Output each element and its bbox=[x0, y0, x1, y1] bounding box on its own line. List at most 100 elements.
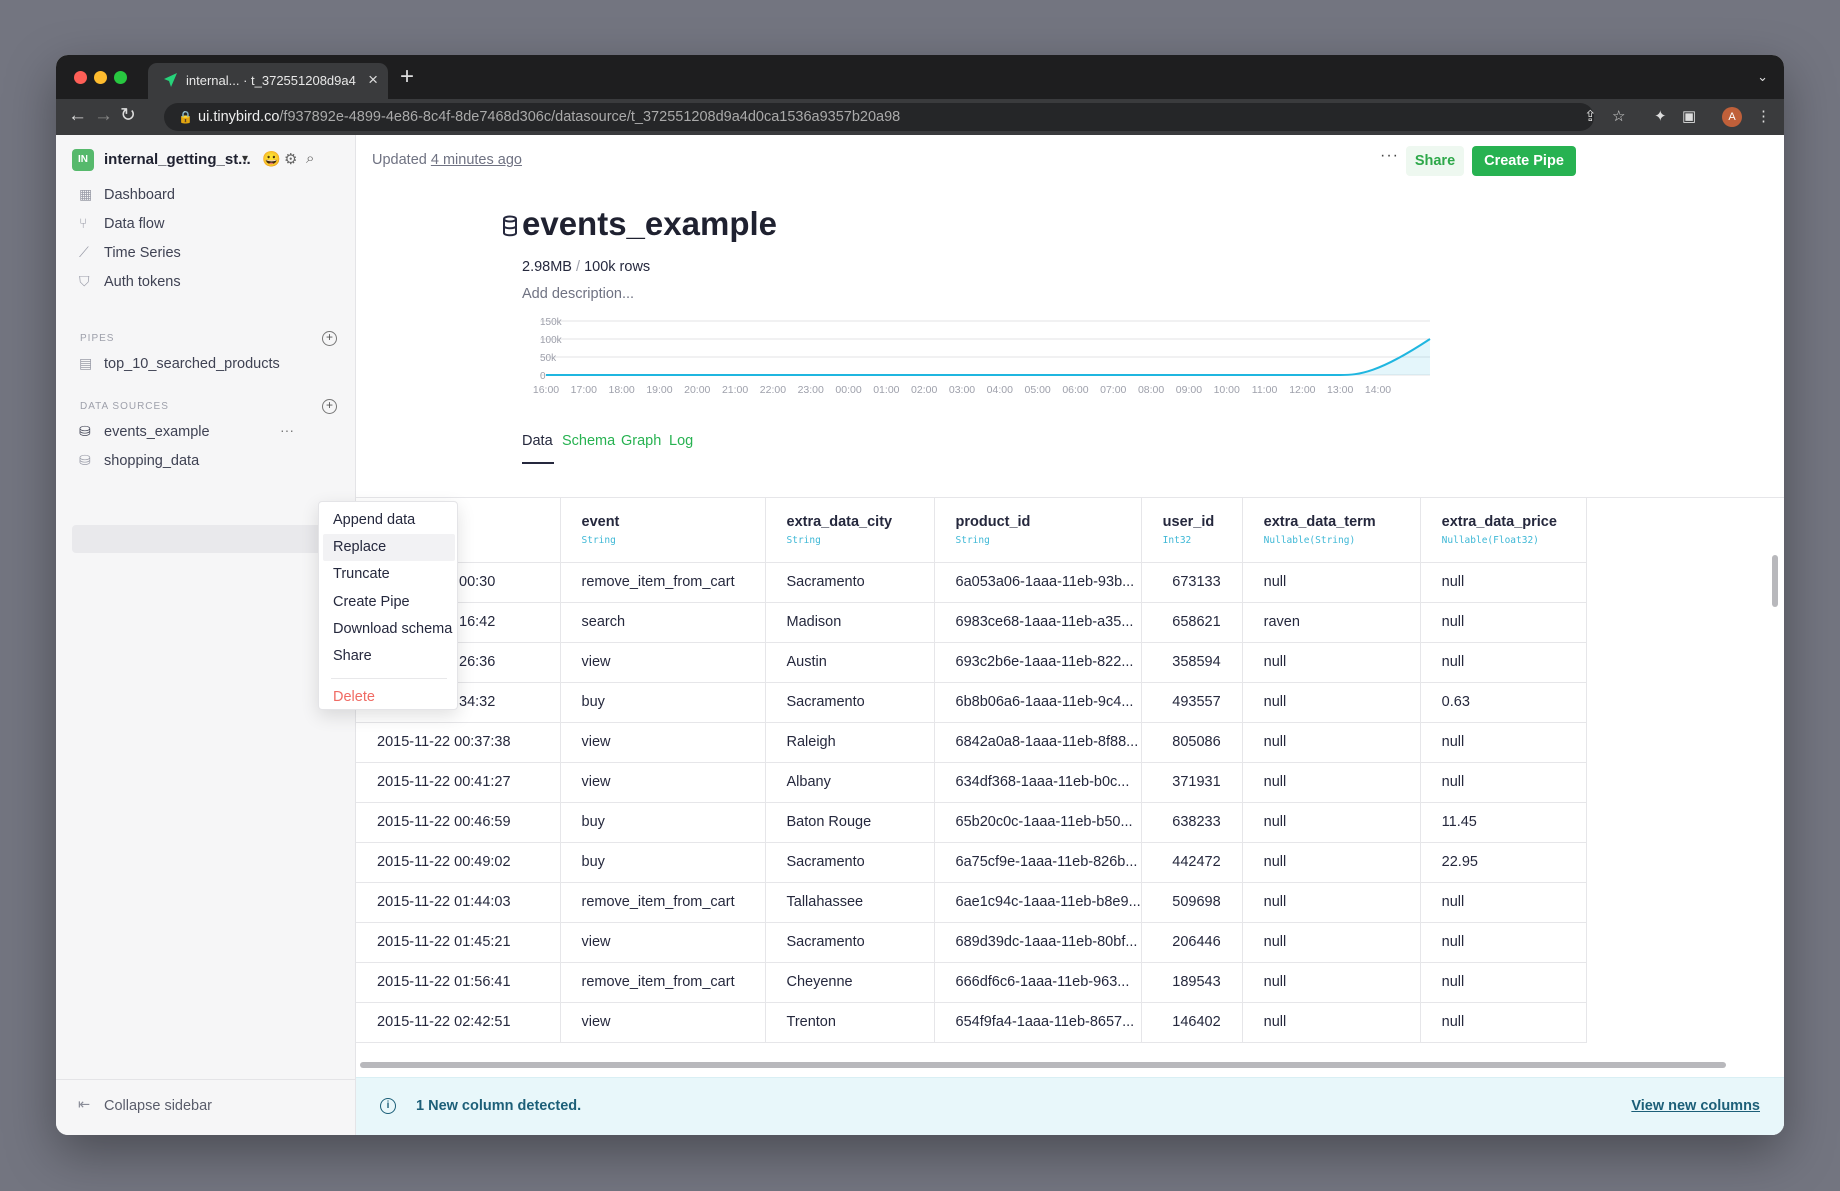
data-table-container[interactable]: event String extra_data_city String product_… bbox=[356, 497, 1784, 1069]
workspace-switcher[interactable]: IN internal_getting_st... ▾ 😀 ⚙ ⌕ bbox=[72, 149, 342, 171]
sidebar-item-time-series[interactable]: ⟋ Time Series bbox=[56, 240, 356, 268]
table-cell: null bbox=[1242, 922, 1421, 963]
browser-tab[interactable]: internal... · t_372551208d9a4d × bbox=[148, 63, 388, 99]
add-datasource-icon[interactable]: + bbox=[322, 399, 337, 414]
column-type: String bbox=[786, 534, 821, 546]
table-row[interactable]: 2015-11-22 01:45:21 view Sacramento 689d39d… bbox=[356, 922, 1587, 963]
database-icon: ⛁ bbox=[79, 423, 91, 439]
table-row[interactable]: 2015-11-22 01:56:41 remove_item_from_cart… bbox=[356, 962, 1587, 1003]
table-row[interactable]: :16:42 search Madison 6983ce68-1aaa-11eb-a3… bbox=[356, 602, 1587, 643]
gear-icon[interactable]: ⚙ bbox=[284, 150, 297, 168]
tab-log[interactable]: Log bbox=[669, 433, 693, 449]
table-cell: 358594 bbox=[1141, 642, 1243, 683]
sidebar-pipe-item[interactable]: ▤ top_10_searched_products bbox=[56, 351, 356, 379]
tab-graph[interactable]: Graph bbox=[621, 433, 661, 449]
add-pipe-icon[interactable]: + bbox=[322, 331, 337, 346]
sidebar-datasource-shopping-data[interactable]: ⛁ shopping_data bbox=[56, 448, 356, 476]
maximize-window-button[interactable] bbox=[114, 71, 127, 84]
table-row[interactable]: 2015-11-22 00:49:02 buy Sacramento 6a75cf9e… bbox=[356, 842, 1587, 883]
menu-item-truncate[interactable]: Truncate bbox=[323, 561, 455, 588]
column-header[interactable]: extra_data_price Nullable(Float32) bbox=[1420, 498, 1587, 563]
sidebar-item-dashboard[interactable]: ▦ Dashboard bbox=[56, 182, 356, 210]
table-row[interactable]: 2015-11-22 01:44:03 remove_item_from_cart… bbox=[356, 882, 1587, 923]
table-cell: 654f9fa4-1aaa-11eb-8657... bbox=[934, 1002, 1142, 1043]
reload-icon[interactable]: ↻ bbox=[120, 105, 136, 127]
horizontal-scrollbar[interactable] bbox=[360, 1062, 1726, 1068]
menu-item-append-data[interactable]: Append data bbox=[323, 507, 455, 534]
extensions-puzzle-icon[interactable]: ✦ bbox=[1654, 107, 1667, 127]
tab-search-chevron-icon[interactable]: ⌄ bbox=[1757, 69, 1768, 85]
table-cell: 65b20c0c-1aaa-11eb-b50... bbox=[934, 802, 1142, 843]
table-cell: 2015-11-22 01:45:21 bbox=[356, 922, 561, 963]
create-pipe-button[interactable]: Create Pipe bbox=[1472, 146, 1576, 176]
column-header[interactable]: extra_data_term Nullable(String) bbox=[1242, 498, 1421, 563]
table-row[interactable]: :00:30 remove_item_from_cart Sacramento 6a0… bbox=[356, 562, 1587, 603]
table-cell: null bbox=[1420, 602, 1587, 643]
sidebar-item-auth-tokens[interactable]: ⛉ Auth tokens bbox=[56, 269, 356, 297]
collapse-sidebar-button[interactable]: ⇤ Collapse sidebar bbox=[56, 1079, 356, 1135]
column-header[interactable]: user_id Int32 bbox=[1141, 498, 1243, 563]
description-field[interactable]: Add description... bbox=[522, 286, 634, 302]
column-header[interactable]: extra_data_city String bbox=[765, 498, 935, 563]
bookmark-star-icon[interactable]: ☆ bbox=[1612, 107, 1625, 127]
search-icon[interactable]: ⌕ bbox=[306, 150, 314, 167]
minimize-window-button[interactable] bbox=[94, 71, 107, 84]
new-tab-button[interactable]: + bbox=[400, 63, 414, 91]
table-row[interactable]: 2015-11-22 00:46:59 buy Baton Rouge 65b20c0… bbox=[356, 802, 1587, 843]
table-cell: Sacramento bbox=[765, 562, 935, 603]
menu-item-replace[interactable]: Replace bbox=[323, 534, 455, 561]
close-window-button[interactable] bbox=[74, 71, 87, 84]
user-face-icon[interactable]: 😀 bbox=[262, 150, 281, 168]
table-row[interactable]: 2015-11-22 00:41:27 view Albany 634df368-1a… bbox=[356, 762, 1587, 803]
tab-data[interactable]: Data bbox=[522, 433, 553, 449]
table-row[interactable]: 2015-11-22 00:37:38 view Raleigh 6842a0a8-1… bbox=[356, 722, 1587, 763]
sidebar-item-data-flow[interactable]: ⑂ Data flow bbox=[56, 211, 356, 239]
address-bar[interactable]: 🔒 ui.tinybird.co/f937892e-4899-4e86-8c4f… bbox=[164, 103, 1594, 131]
back-arrow-icon[interactable]: ← bbox=[68, 105, 87, 127]
table-cell: 2015-11-22 02:42:51 bbox=[356, 1002, 561, 1043]
table-row[interactable]: 2015-11-22 02:42:51 view Trenton 654f9fa4-1… bbox=[356, 1002, 1587, 1043]
forward-arrow-icon[interactable]: → bbox=[94, 105, 113, 127]
view-new-columns-link[interactable]: View new columns bbox=[1631, 1098, 1760, 1114]
profile-avatar[interactable]: A bbox=[1722, 107, 1742, 127]
column-type: Nullable(Float32) bbox=[1441, 534, 1539, 546]
updated-time[interactable]: 4 minutes ago bbox=[431, 152, 522, 168]
more-options-icon[interactable]: ··· bbox=[280, 422, 294, 438]
vertical-scrollbar[interactable] bbox=[1772, 555, 1778, 607]
share-page-icon[interactable]: ⇪ bbox=[1584, 107, 1597, 127]
chevron-down-icon[interactable]: ▾ bbox=[242, 151, 248, 165]
table-cell: null bbox=[1420, 642, 1587, 683]
menu-item-download-schema[interactable]: Download schema bbox=[323, 616, 455, 643]
side-panel-icon[interactable]: ▣ bbox=[1682, 107, 1696, 127]
menu-item-create-pipe[interactable]: Create Pipe bbox=[323, 589, 455, 616]
tab-schema[interactable]: Schema bbox=[562, 433, 615, 449]
table-cell: Madison bbox=[765, 602, 935, 643]
table-cell: null bbox=[1420, 722, 1587, 763]
sidebar-datasource-events-example[interactable]: ⛁ events_example ··· bbox=[56, 419, 356, 447]
browser-menu-icon[interactable]: ⋮ bbox=[1756, 107, 1771, 127]
share-button[interactable]: Share bbox=[1406, 146, 1464, 176]
menu-item-delete[interactable]: Delete bbox=[323, 684, 455, 711]
table-cell: 6a75cf9e-1aaa-11eb-826b... bbox=[934, 842, 1142, 883]
table-row[interactable]: :26:36 view Austin 693c2b6e-1aaa-11eb-822..… bbox=[356, 642, 1587, 683]
more-actions-button[interactable]: ··· bbox=[1380, 147, 1399, 165]
table-cell: view bbox=[560, 762, 766, 803]
close-tab-icon[interactable]: × bbox=[368, 70, 378, 90]
column-header[interactable]: product_id String bbox=[934, 498, 1142, 563]
table-cell: Austin bbox=[765, 642, 935, 683]
table-row[interactable]: :34:32 buy Sacramento 6b8b06a6-1aaa-11eb-9c… bbox=[356, 682, 1587, 723]
menu-item-share[interactable]: Share bbox=[323, 643, 455, 670]
new-column-banner: i 1 New column detected. View new column… bbox=[356, 1077, 1784, 1135]
column-header[interactable]: event String bbox=[560, 498, 766, 563]
table-cell: 693c2b6e-1aaa-11eb-822... bbox=[934, 642, 1142, 683]
datasource-title[interactable]: events_example bbox=[522, 205, 777, 243]
x-tick-label: 22:00 bbox=[760, 384, 786, 396]
table-cell: Sacramento bbox=[765, 682, 935, 723]
table-cell: Sacramento bbox=[765, 922, 935, 963]
table-cell: 2015-11-22 00:46:59 bbox=[356, 802, 561, 843]
active-tab-indicator bbox=[522, 462, 554, 464]
datasource-rows: 100k rows bbox=[584, 259, 651, 275]
workspace-name: internal_getting_st... bbox=[104, 151, 251, 168]
table-cell: raven bbox=[1242, 602, 1421, 643]
table-cell: 206446 bbox=[1141, 922, 1243, 963]
